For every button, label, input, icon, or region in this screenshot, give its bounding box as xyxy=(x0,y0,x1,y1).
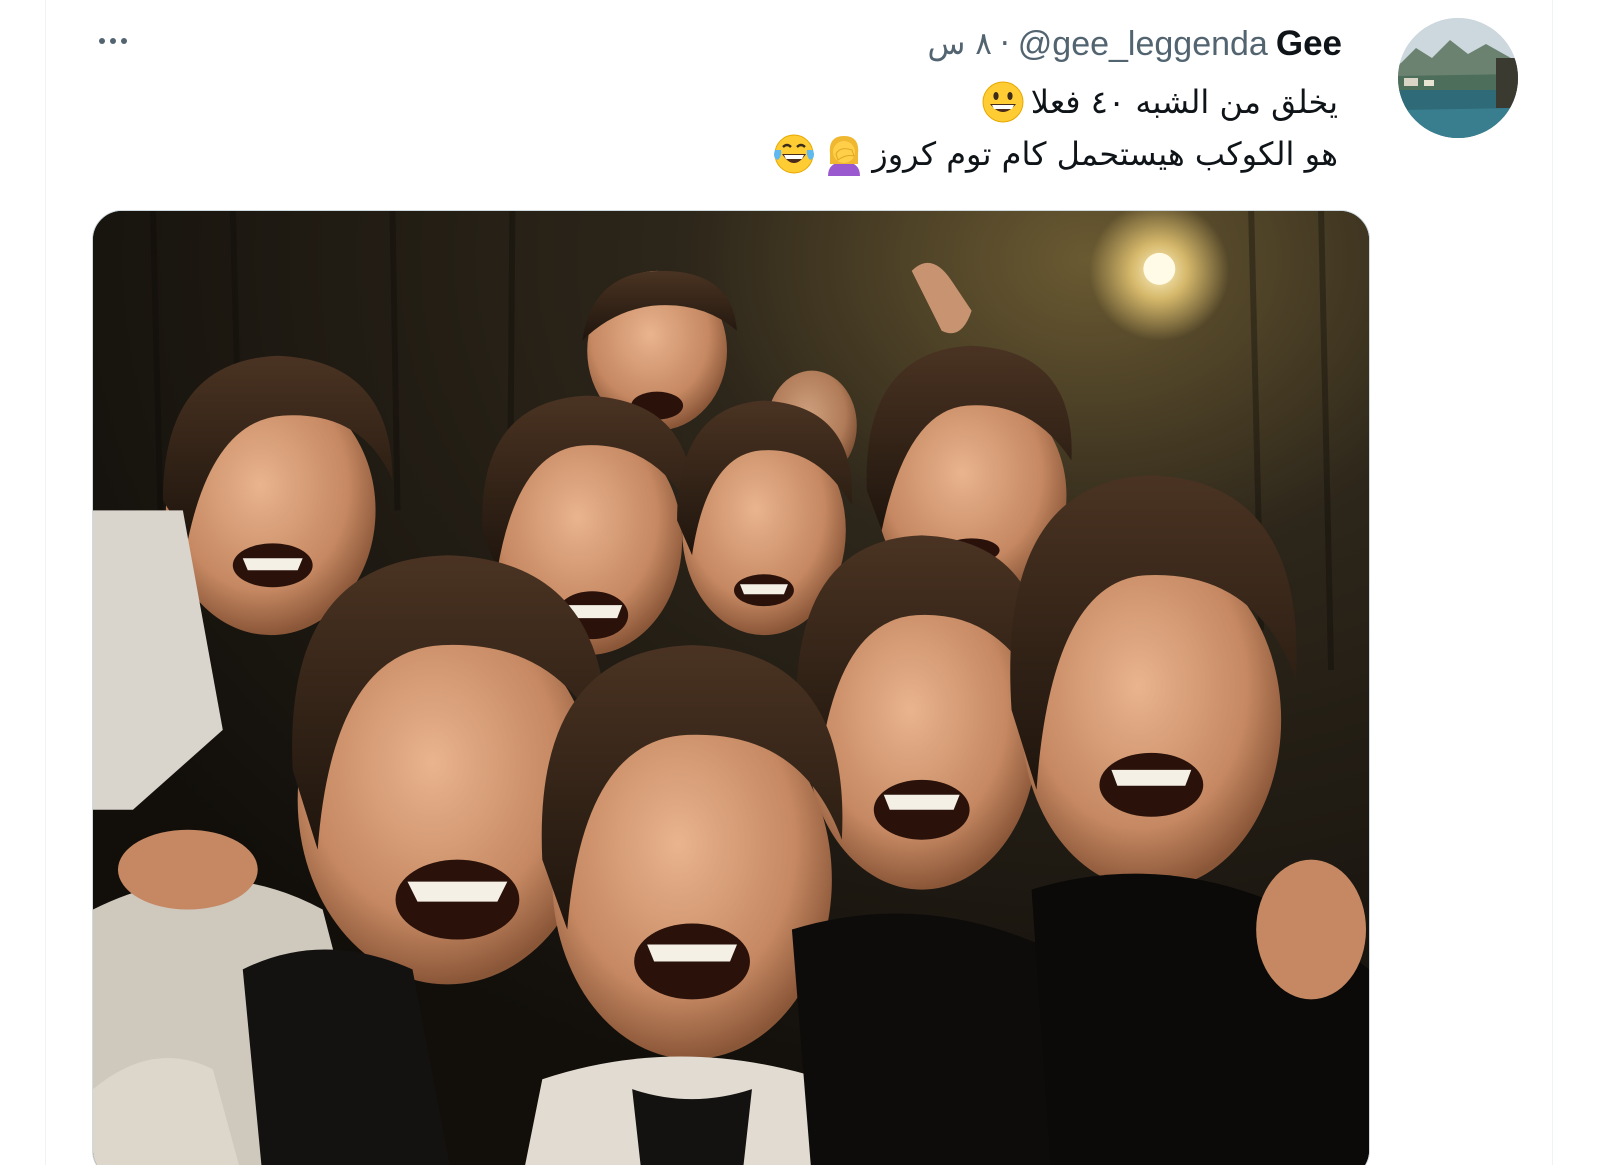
tweet-line-2: هو الكوكب هيستحمل كام توم كروز xyxy=(638,128,1338,180)
tweet-line-text: هو الكوكب هيستحمل كام توم كروز xyxy=(872,135,1338,173)
display-name[interactable]: Gee xyxy=(1276,24,1342,64)
more-options-button[interactable] xyxy=(92,24,134,58)
ellipsis-icon xyxy=(99,38,127,44)
tweet-line-1: يخلق من الشبه ٤٠ فعلا xyxy=(638,76,1338,128)
avatar[interactable] xyxy=(1398,18,1518,138)
page: ٨ س · @gee_leggenda Gee يخلق من الشبه ٤٠… xyxy=(0,0,1600,1165)
grinning-face-emoji-icon xyxy=(981,80,1025,124)
timestamp[interactable]: ٨ س xyxy=(928,26,992,62)
user-handle[interactable]: @gee_leggenda xyxy=(1018,25,1268,64)
woman-facepalming-emoji-icon xyxy=(822,132,866,176)
tweet-header: ٨ س · @gee_leggenda Gee xyxy=(928,22,1342,66)
face-with-tears-of-joy-emoji-icon xyxy=(772,132,816,176)
tweet-line-text: يخلق من الشبه ٤٠ فعلا xyxy=(1030,83,1338,121)
separator-dot: · xyxy=(999,26,1010,62)
tweet-media-photo[interactable] xyxy=(92,210,1370,1165)
tweet-text: يخلق من الشبه ٤٠ فعلا هو الكوكب هيستحمل … xyxy=(638,76,1338,180)
